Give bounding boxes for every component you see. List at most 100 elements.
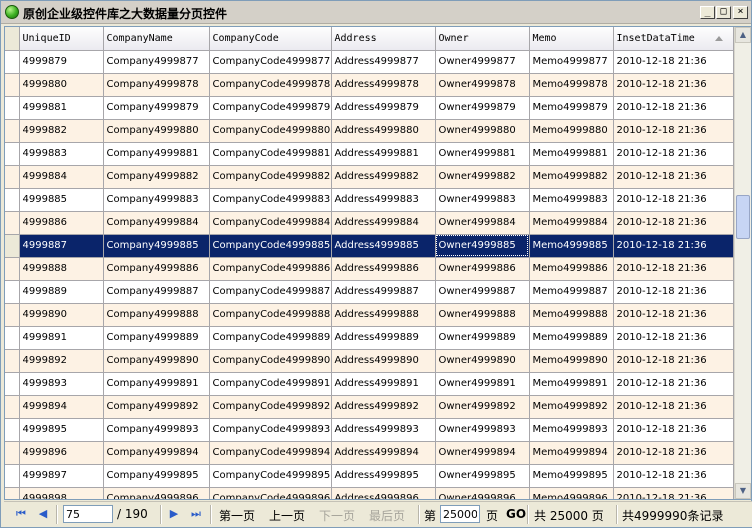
column-header-uniqueid[interactable]: UniqueID [19, 27, 104, 51]
cell-address[interactable]: Address4999877 [331, 50, 436, 74]
cell-uniqueid[interactable]: 4999893 [19, 372, 104, 396]
cell-insetdatatime[interactable]: 2010-12-18 21:36 [613, 73, 734, 97]
cell-uniqueid[interactable]: 4999882 [19, 119, 104, 143]
table-row[interactable]: 4999898 Company4999896 CompanyCode4999896 A… [5, 487, 734, 499]
table-row[interactable]: 4999883 Company4999881 CompanyCode4999881 A… [5, 142, 734, 166]
cell-memo[interactable]: Memo4999877 [529, 50, 614, 74]
cell-memo[interactable]: Memo4999895 [529, 464, 614, 488]
cell-companyname[interactable]: Company4999896 [103, 487, 210, 499]
cell-companyname[interactable]: Company4999879 [103, 96, 210, 120]
cell-uniqueid[interactable]: 4999891 [19, 326, 104, 350]
row-header[interactable] [5, 211, 20, 235]
cell-memo[interactable]: Memo4999887 [529, 280, 614, 304]
cell-companyname[interactable]: Company4999887 [103, 280, 210, 304]
cell-memo[interactable]: Memo4999891 [529, 372, 614, 396]
next-page-icon[interactable]: ▶ [166, 506, 182, 522]
cell-owner[interactable]: Owner4999888 [435, 303, 530, 327]
cell-companyname[interactable]: Company4999888 [103, 303, 210, 327]
cell-uniqueid[interactable]: 4999885 [19, 188, 104, 212]
table-row[interactable]: 4999881 Company4999879 CompanyCode4999879 A… [5, 96, 734, 120]
row-header[interactable] [5, 73, 20, 97]
cell-companycode[interactable]: CompanyCode4999880 [209, 119, 332, 143]
table-row[interactable]: 4999890 Company4999888 CompanyCode4999888 A… [5, 303, 734, 327]
cell-companyname[interactable]: Company4999880 [103, 119, 210, 143]
cell-companycode[interactable]: CompanyCode4999887 [209, 280, 332, 304]
cell-insetdatatime[interactable]: 2010-12-18 21:36 [613, 142, 734, 166]
cell-insetdatatime[interactable]: 2010-12-18 21:36 [613, 119, 734, 143]
cell-owner[interactable]: Owner4999883 [435, 188, 530, 212]
cell-companyname[interactable]: Company4999891 [103, 372, 210, 396]
cell-companycode[interactable]: CompanyCode4999886 [209, 257, 332, 281]
row-header[interactable] [5, 349, 20, 373]
cell-owner[interactable]: Owner4999884 [435, 211, 530, 235]
cell-uniqueid[interactable]: 4999881 [19, 96, 104, 120]
cell-companyname[interactable]: Company4999886 [103, 257, 210, 281]
row-header[interactable] [5, 234, 20, 258]
cell-address[interactable]: Address4999884 [331, 211, 436, 235]
cell-owner[interactable]: Owner4999889 [435, 326, 530, 350]
cell-insetdatatime[interactable]: 2010-12-18 21:36 [613, 165, 734, 189]
row-header[interactable] [5, 464, 20, 488]
table-row[interactable]: 4999894 Company4999892 CompanyCode4999892 A… [5, 395, 734, 419]
cell-uniqueid[interactable]: 4999886 [19, 211, 104, 235]
current-page-input[interactable] [63, 505, 113, 523]
cell-owner[interactable]: Owner4999894 [435, 441, 530, 465]
scroll-down-icon[interactable]: ▼ [735, 483, 751, 499]
cell-owner[interactable]: Owner4999879 [435, 96, 530, 120]
cell-memo[interactable]: Memo4999885 [529, 234, 614, 258]
cell-companyname[interactable]: Company4999889 [103, 326, 210, 350]
vertical-scrollbar[interactable]: ▲ ▼ [734, 27, 751, 499]
first-page-icon[interactable]: ⏮ [13, 506, 29, 522]
cell-insetdatatime[interactable]: 2010-12-18 21:36 [613, 280, 734, 304]
cell-companycode[interactable]: CompanyCode4999896 [209, 487, 332, 499]
cell-address[interactable]: Address4999881 [331, 142, 436, 166]
cell-companycode[interactable]: CompanyCode4999883 [209, 188, 332, 212]
cell-owner[interactable]: Owner4999882 [435, 165, 530, 189]
cell-memo[interactable]: Memo4999883 [529, 188, 614, 212]
cell-insetdatatime[interactable]: 2010-12-18 21:36 [613, 234, 734, 258]
cell-companyname[interactable]: Company4999881 [103, 142, 210, 166]
cell-memo[interactable]: Memo4999878 [529, 73, 614, 97]
cell-companyname[interactable]: Company4999892 [103, 395, 210, 419]
cell-memo[interactable]: Memo4999886 [529, 257, 614, 281]
table-row[interactable]: 4999886 Company4999884 CompanyCode4999884 A… [5, 211, 734, 235]
row-header[interactable] [5, 257, 20, 281]
cell-insetdatatime[interactable]: 2010-12-18 21:36 [613, 50, 734, 74]
cell-companycode[interactable]: CompanyCode4999889 [209, 326, 332, 350]
cell-owner[interactable]: Owner4999880 [435, 119, 530, 143]
goto-page-input[interactable] [440, 505, 480, 523]
cell-insetdatatime[interactable]: 2010-12-18 21:36 [613, 188, 734, 212]
cell-uniqueid[interactable]: 4999895 [19, 418, 104, 442]
cell-memo[interactable]: Memo4999879 [529, 96, 614, 120]
cell-uniqueid[interactable]: 4999887 [19, 234, 104, 258]
cell-address[interactable]: Address4999896 [331, 487, 436, 499]
cell-owner[interactable]: Owner4999892 [435, 395, 530, 419]
cell-address[interactable]: Address4999895 [331, 464, 436, 488]
cell-companycode[interactable]: CompanyCode4999881 [209, 142, 332, 166]
last-page-icon[interactable]: ⏭ [188, 506, 204, 522]
data-grid[interactable]: UniqueID CompanyName CompanyCode Address… [4, 26, 752, 500]
cell-address[interactable]: Address4999880 [331, 119, 436, 143]
scroll-thumb[interactable] [736, 195, 750, 239]
cell-companycode[interactable]: CompanyCode4999879 [209, 96, 332, 120]
cell-owner[interactable]: Owner4999877 [435, 50, 530, 74]
cell-uniqueid[interactable]: 4999898 [19, 487, 104, 499]
cell-companycode[interactable]: CompanyCode4999892 [209, 395, 332, 419]
first-page-link[interactable]: 第一页 [219, 507, 255, 524]
cell-address[interactable]: Address4999890 [331, 349, 436, 373]
cell-memo[interactable]: Memo4999888 [529, 303, 614, 327]
cell-address[interactable]: Address4999887 [331, 280, 436, 304]
cell-companycode[interactable]: CompanyCode4999893 [209, 418, 332, 442]
cell-owner[interactable]: Owner4999890 [435, 349, 530, 373]
cell-address[interactable]: Address4999891 [331, 372, 436, 396]
go-button[interactable]: GO [506, 507, 526, 521]
row-header[interactable] [5, 280, 20, 304]
cell-companycode[interactable]: CompanyCode4999882 [209, 165, 332, 189]
row-header[interactable] [5, 96, 20, 120]
cell-insetdatatime[interactable]: 2010-12-18 21:36 [613, 487, 734, 499]
cell-address[interactable]: Address4999889 [331, 326, 436, 350]
cell-address[interactable]: Address4999886 [331, 257, 436, 281]
cell-address[interactable]: Address4999888 [331, 303, 436, 327]
cell-companyname[interactable]: Company4999877 [103, 50, 210, 74]
cell-uniqueid[interactable]: 4999888 [19, 257, 104, 281]
